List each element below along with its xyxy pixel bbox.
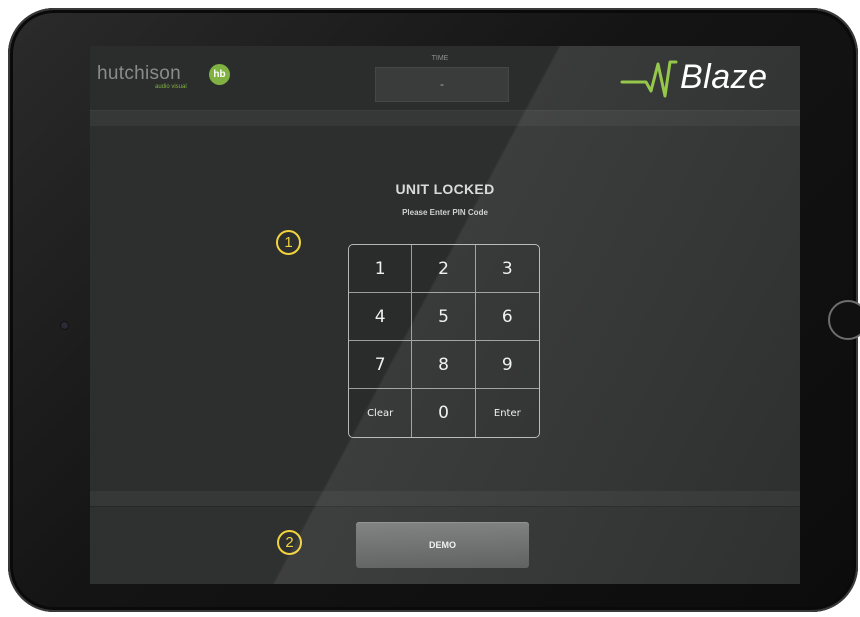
blaze-logo-text: Blaze: [680, 58, 768, 96]
front-camera: [61, 322, 68, 329]
time-label: TIME: [431, 55, 449, 62]
key-9[interactable]: 9: [475, 341, 539, 389]
brand-tagline: audio visual: [155, 84, 187, 90]
header-bar: hutchison audio visual hb TIME - Blaze: [90, 46, 800, 110]
demo-button[interactable]: DEMO: [356, 522, 529, 568]
clear-key[interactable]: Clear: [349, 389, 413, 437]
enter-key[interactable]: Enter: [476, 389, 539, 437]
home-button[interactable]: [828, 300, 860, 340]
pin-keypad: 1 2 3 4 5 6 7 8 9 Clear 0 Enter: [348, 244, 540, 438]
key-2[interactable]: 2: [412, 245, 476, 293]
footer-divider: [90, 491, 800, 507]
key-8[interactable]: 8: [412, 341, 476, 389]
key-7[interactable]: 7: [349, 341, 413, 389]
key-0[interactable]: 0: [412, 389, 476, 437]
lock-title: UNIT LOCKED: [395, 181, 495, 197]
brand-name: hutchison: [97, 63, 182, 84]
callout-1: 1: [276, 230, 301, 255]
lock-subtitle: Please Enter PIN Code: [402, 208, 488, 217]
key-1[interactable]: 1: [349, 245, 413, 293]
callout-2: 2: [277, 530, 302, 555]
blaze-logo: Blaze: [620, 54, 800, 98]
key-3[interactable]: 3: [475, 245, 539, 293]
key-5[interactable]: 5: [412, 293, 476, 341]
key-4[interactable]: 4: [349, 293, 413, 341]
time-display: -: [375, 67, 509, 102]
lock-panel: UNIT LOCKED Please Enter PIN Code 1 2 3 …: [90, 126, 800, 491]
header-divider: [90, 110, 800, 126]
waveform-icon: [620, 60, 678, 98]
app-screen: hutchison audio visual hb TIME - Blaze U…: [90, 46, 800, 584]
key-6[interactable]: 6: [475, 293, 539, 341]
brand-badge: hb: [209, 64, 230, 85]
